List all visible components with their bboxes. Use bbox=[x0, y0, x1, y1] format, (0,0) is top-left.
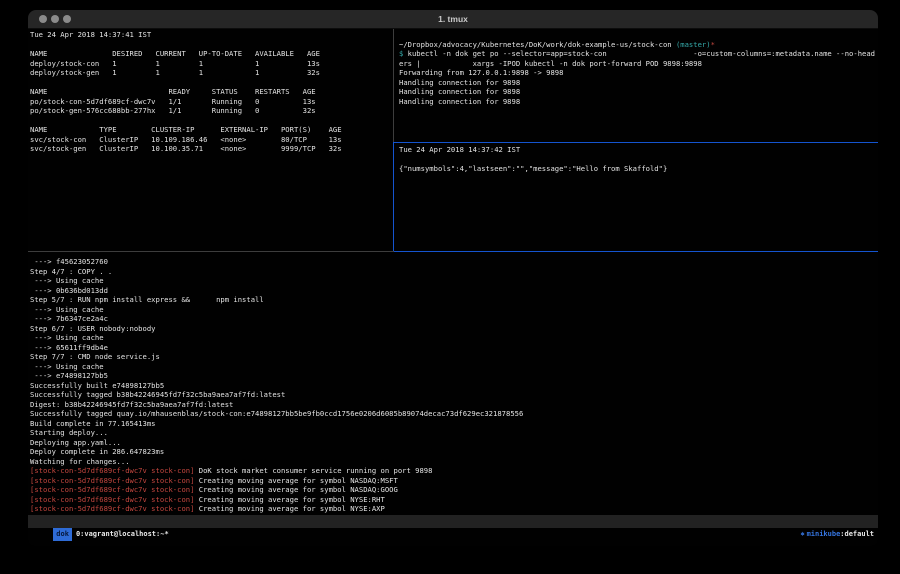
terminal-line: Deploying app.yaml... bbox=[30, 438, 876, 448]
terminal-line: Successfully built e74898127bb5 bbox=[30, 381, 876, 391]
terminal-line: Watching for changes... bbox=[30, 457, 876, 467]
kube-context: minikube bbox=[807, 530, 841, 538]
terminal-line: [stock-con-5d7df689cf-dwc7v stock-con] C… bbox=[30, 504, 876, 514]
terminal-line: Handling connection for 9898 bbox=[399, 87, 876, 97]
terminal-line: Forwarding from 127.0.0.1:9898 -> 9898 bbox=[399, 68, 876, 78]
terminal-line: po/stock-gen-576cc688bb-277hx 1/1 Runnin… bbox=[30, 106, 391, 116]
terminal-line: Successfully tagged quay.io/mhausenblas/… bbox=[30, 409, 876, 419]
pane-skaffold-build-log[interactable]: ---> f45623052760Step 4/7 : COPY . . ---… bbox=[30, 257, 876, 530]
terminal-line: [stock-con-5d7df689cf-dwc7v stock-con] C… bbox=[30, 485, 876, 495]
terminal-line: Starting deploy... bbox=[30, 428, 876, 438]
terminal-line: Step 7/7 : CMD node service.js bbox=[30, 352, 876, 362]
window-item[interactable]: 0:vagrant@localhost:~* bbox=[76, 530, 169, 538]
terminal-line: Tue 24 Apr 2018 14:37:41 IST bbox=[30, 30, 391, 40]
pane-port-forward[interactable]: ~/Dropbox/advocacy/Kubernetes/DoK/work/d… bbox=[399, 30, 876, 141]
terminal-line: Deploy complete in 286.647823ms bbox=[30, 447, 876, 457]
terminal-line bbox=[30, 116, 391, 126]
terminal-line: deploy/stock-gen 1 1 1 1 32s bbox=[30, 68, 391, 78]
tmux-session: Tue 24 Apr 2018 14:37:41 IST NAME DESIRE… bbox=[28, 29, 878, 546]
terminal-line: ers | xargs -IPOD kubectl -n dok port-fo… bbox=[399, 59, 876, 69]
terminal-window: 1. tmux Tue 24 Apr 2018 14:37:41 IST NAM… bbox=[28, 10, 878, 546]
terminal-line: {"numsymbols":4,"lastseen":"","message":… bbox=[399, 164, 876, 174]
terminal-line: ---> Using cache bbox=[30, 362, 876, 372]
pane-service-response[interactable]: Tue 24 Apr 2018 14:37:42 IST {"numsymbol… bbox=[399, 145, 876, 249]
kube-namespace: :default bbox=[840, 530, 874, 538]
terminal-line: NAME TYPE CLUSTER-IP EXTERNAL-IP PORT(S)… bbox=[30, 125, 391, 135]
terminal-line: Tue 24 Apr 2018 14:37:42 IST bbox=[399, 145, 876, 155]
terminal-line: Handling connection for 9898 bbox=[399, 78, 876, 88]
terminal-line: Step 4/7 : COPY . . bbox=[30, 267, 876, 277]
window-title: 1. tmux bbox=[28, 10, 878, 28]
terminal-line: NAME DESIRED CURRENT UP-TO-DATE AVAILABL… bbox=[30, 49, 391, 59]
terminal-line: Step 5/7 : RUN npm install express && np… bbox=[30, 295, 876, 305]
terminal-line: svc/stock-con ClusterIP 10.109.186.46 <n… bbox=[30, 135, 391, 145]
terminal-line: $ kubectl -n dok get po --selector=app=s… bbox=[399, 49, 876, 59]
terminal-line: ---> 0b636bd013dd bbox=[30, 286, 876, 296]
terminal-line: [stock-con-5d7df689cf-dwc7v stock-con] D… bbox=[30, 466, 876, 476]
terminal-line: ---> f45623052760 bbox=[30, 257, 876, 267]
terminal-line: ---> Using cache bbox=[30, 333, 876, 343]
window-titlebar[interactable]: 1. tmux bbox=[28, 10, 878, 29]
pane-divider-horizontal-active-top[interactable] bbox=[394, 142, 878, 143]
terminal-line bbox=[399, 30, 876, 40]
pane-divider-vertical-inactive[interactable] bbox=[393, 29, 394, 142]
terminal-line: Successfully tagged b38b42246945fd7f32c5… bbox=[30, 390, 876, 400]
terminal-line bbox=[399, 155, 876, 165]
terminal-line: ~/Dropbox/advocacy/Kubernetes/DoK/work/d… bbox=[399, 40, 876, 50]
terminal-line: ---> Using cache bbox=[30, 276, 876, 286]
terminal-line bbox=[30, 78, 391, 88]
terminal-line: Handling connection for 9898 bbox=[399, 97, 876, 107]
tmux-status-bar: dok0:vagrant@localhost:~* ⎈minikube:defa… bbox=[28, 515, 878, 528]
pane-divider-horizontal-active-bottom[interactable] bbox=[394, 251, 878, 252]
session-name-badge[interactable]: dok bbox=[53, 528, 72, 541]
helm-wheel-icon: ⎈ bbox=[800, 530, 804, 538]
terminal-line: ---> 7b6347ce2a4c bbox=[30, 314, 876, 324]
pane-divider-horizontal-inactive[interactable] bbox=[28, 251, 394, 252]
terminal-line: [stock-con-5d7df689cf-dwc7v stock-con] C… bbox=[30, 495, 876, 505]
terminal-line: [stock-con-5d7df689cf-dwc7v stock-con] C… bbox=[30, 476, 876, 486]
terminal-line: Build complete in 77.165413ms bbox=[30, 419, 876, 429]
terminal-line: Step 6/7 : USER nobody:nobody bbox=[30, 324, 876, 334]
terminal-line: deploy/stock-con 1 1 1 1 13s bbox=[30, 59, 391, 69]
pane-divider-vertical-active[interactable] bbox=[393, 142, 394, 252]
terminal-line: ---> e74898127bb5 bbox=[30, 371, 876, 381]
status-right: ⎈minikube:default bbox=[767, 515, 874, 528]
terminal-line: svc/stock-gen ClusterIP 10.100.35.71 <no… bbox=[30, 144, 391, 154]
desktop: 1. tmux Tue 24 Apr 2018 14:37:41 IST NAM… bbox=[0, 0, 900, 574]
terminal-line: ---> 65611ff9db4e bbox=[30, 343, 876, 353]
terminal-line: po/stock-con-5d7df689cf-dwc7v 1/1 Runnin… bbox=[30, 97, 391, 107]
terminal-line: Digest: b38b42246945fd7f32c5ba9aea7af7fd… bbox=[30, 400, 876, 410]
terminal-line: ---> Using cache bbox=[30, 305, 876, 315]
terminal-line: NAME READY STATUS RESTARTS AGE bbox=[30, 87, 391, 97]
terminal-line bbox=[30, 40, 391, 50]
pane-kubectl-get[interactable]: Tue 24 Apr 2018 14:37:41 IST NAME DESIRE… bbox=[30, 30, 391, 240]
